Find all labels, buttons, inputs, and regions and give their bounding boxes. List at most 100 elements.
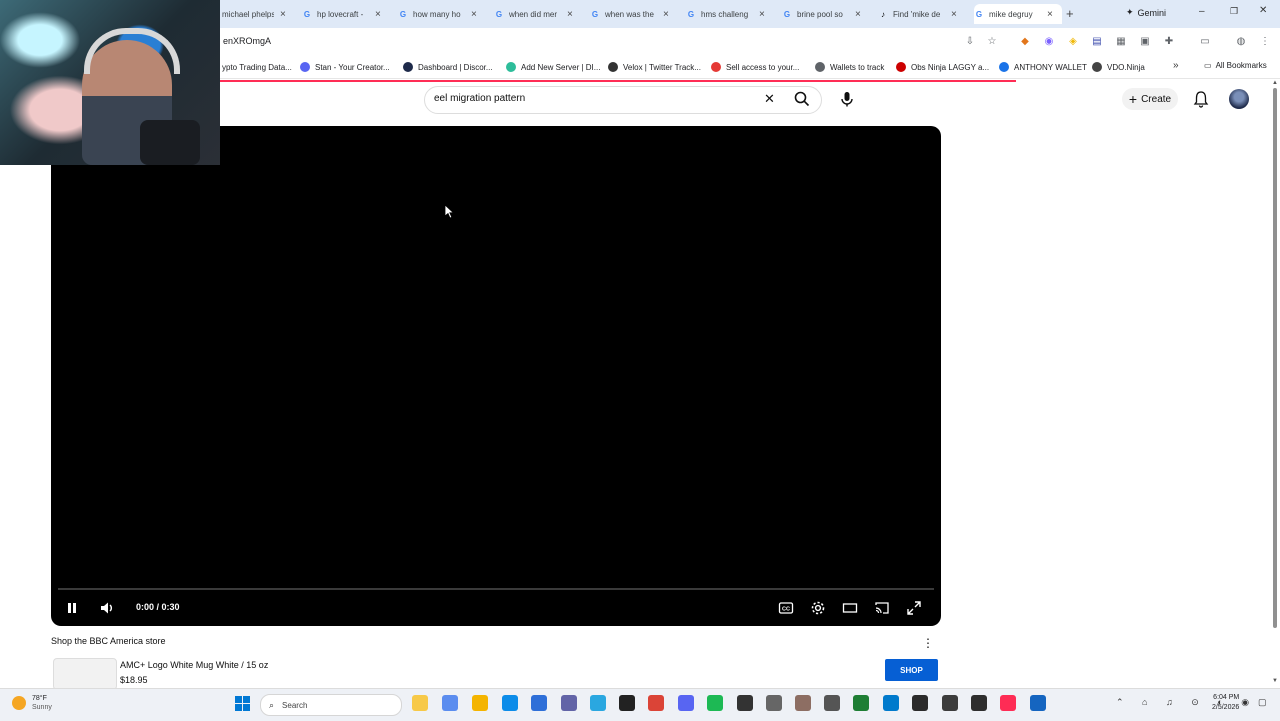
bookmark-item[interactable]: Stan - Your Creator...: [300, 61, 390, 73]
minimize-button[interactable]: –: [1199, 6, 1205, 17]
avatar[interactable]: [1229, 89, 1249, 109]
binance-extension-icon[interactable]: ◈: [1066, 34, 1080, 48]
taskbar-search[interactable]: ⌕ Search: [260, 694, 402, 716]
page-scrollbar[interactable]: ▲ ▼: [1272, 80, 1278, 687]
store-icon[interactable]: [531, 695, 547, 711]
discord-icon[interactable]: [678, 695, 694, 711]
bookmark-item[interactable]: Velox | Twitter Track...: [608, 61, 701, 73]
theater-mode-button[interactable]: [842, 600, 858, 616]
chrome-icon[interactable]: [648, 695, 664, 711]
notification-center-icon[interactable]: ▢: [1258, 697, 1267, 708]
pause-button[interactable]: [64, 600, 80, 616]
close-tab-icon[interactable]: ×: [1047, 9, 1053, 20]
notifications-button[interactable]: [1192, 90, 1210, 108]
app-icon[interactable]: [912, 695, 928, 711]
voice-search-button[interactable]: [838, 90, 856, 108]
weather-widget[interactable]: 78°F Sunny: [12, 694, 52, 712]
epic-games-icon[interactable]: [619, 695, 635, 711]
bookmark-item[interactable]: Wallets to track: [815, 61, 884, 73]
browser-tab[interactable]: Ghow many ho ×: [398, 4, 486, 24]
close-window-button[interactable]: ✕: [1259, 5, 1267, 16]
side-panel-icon[interactable]: ▭: [1198, 34, 1212, 48]
vscode-icon[interactable]: [883, 695, 899, 711]
calculator-icon[interactable]: [1030, 695, 1046, 711]
bookmark-item[interactable]: Add New Server | DI...: [506, 61, 600, 73]
captions-button[interactable]: CC: [778, 600, 794, 616]
browser-tab[interactable]: Gbrine pool so ×: [782, 4, 870, 24]
search-query-text[interactable]: eel migration pattern: [434, 93, 525, 104]
cast-button[interactable]: [874, 600, 890, 616]
restore-button[interactable]: ❐: [1230, 6, 1238, 17]
extension-icon[interactable]: ▦: [1114, 34, 1128, 48]
edge-icon[interactable]: [502, 695, 518, 711]
close-tab-icon[interactable]: ×: [855, 9, 861, 20]
app-icon[interactable]: [971, 695, 987, 711]
metamask-extension-icon[interactable]: ◆: [1018, 34, 1032, 48]
browser-tab[interactable]: Gwhen was the ×: [590, 4, 678, 24]
address-bar-url[interactable]: enXROmgA: [223, 36, 271, 46]
scrollbar-thumb[interactable]: [1273, 88, 1277, 628]
extensions-puzzle-icon[interactable]: ✚: [1162, 34, 1176, 48]
more-bookmarks-button[interactable]: »: [1173, 60, 1179, 71]
video-player[interactable]: [51, 126, 941, 626]
copilot-icon[interactable]: [442, 695, 458, 711]
bookmark-item[interactable]: ANTHONY WALLET: [999, 61, 1087, 73]
scroll-down-arrow[interactable]: ▼: [1272, 678, 1278, 684]
gemini-button[interactable]: ✦ Gemini: [1126, 7, 1166, 18]
close-tab-icon[interactable]: ×: [951, 9, 957, 20]
close-tab-icon[interactable]: ×: [567, 9, 573, 20]
bookmark-item[interactable]: ypto Trading Data...: [222, 61, 292, 73]
close-tab-icon[interactable]: ×: [759, 9, 765, 20]
browser-tab[interactable]: Ghms challeng ×: [686, 4, 774, 24]
extension-icon[interactable]: ▤: [1090, 34, 1104, 48]
teams-icon[interactable]: [561, 695, 577, 711]
extension-icon[interactable]: ◉: [1042, 34, 1056, 48]
all-bookmarks-button[interactable]: ▭ All Bookmarks: [1204, 61, 1267, 70]
fullscreen-button[interactable]: [906, 600, 922, 616]
obs-icon[interactable]: [737, 695, 753, 711]
app-icon[interactable]: [590, 695, 606, 711]
browser-tab[interactable]: ♪ Find 'mike de ×: [878, 4, 966, 24]
tiktok-icon[interactable]: [1000, 695, 1016, 711]
new-tab-button[interactable]: +: [1066, 6, 1074, 21]
extension-icon[interactable]: ▣: [1138, 34, 1152, 48]
bookmark-item[interactable]: Obs Ninja LAGGY a...: [896, 61, 989, 73]
close-tab-icon[interactable]: ×: [280, 9, 286, 20]
browser-menu-icon[interactable]: ⋮: [1258, 34, 1272, 48]
start-button[interactable]: [235, 696, 250, 711]
profile-icon[interactable]: ◍: [1234, 34, 1248, 48]
folder-icon[interactable]: [472, 695, 488, 711]
terminal-icon[interactable]: [853, 695, 869, 711]
bookmark-item[interactable]: VDO.Ninja: [1092, 61, 1145, 73]
scroll-up-arrow[interactable]: ▲: [1272, 80, 1278, 86]
browser-tab[interactable]: Gwhen did mer ×: [494, 4, 582, 24]
app-icon[interactable]: [942, 695, 958, 711]
file-explorer-icon[interactable]: [412, 695, 428, 711]
bookmark-item[interactable]: Dashboard | Discor...: [403, 61, 493, 73]
shop-button[interactable]: SHOP: [885, 659, 938, 681]
bookmark-star-icon[interactable]: ☆: [985, 34, 999, 48]
clear-search-icon[interactable]: ✕: [764, 91, 775, 107]
system-clock[interactable]: 6:04 PM 2/5/2026: [1212, 693, 1239, 713]
install-app-icon[interactable]: ⇩: [963, 34, 977, 48]
browser-tab[interactable]: Gmichael phelps×: [222, 4, 292, 24]
spotify-icon[interactable]: [707, 695, 723, 711]
shop-more-options-button[interactable]: ⋮: [922, 636, 934, 650]
volume-button[interactable]: [99, 600, 115, 616]
app-icon[interactable]: [795, 695, 811, 711]
create-button[interactable]: + Create: [1122, 88, 1178, 110]
bookmark-item[interactable]: Sell access to your...: [711, 61, 799, 73]
close-tab-icon[interactable]: ×: [375, 9, 381, 20]
settings-button[interactable]: [810, 600, 826, 616]
captions-icon: CC: [778, 602, 794, 614]
close-tab-icon[interactable]: ×: [471, 9, 477, 20]
browser-tab[interactable]: Ghp lovecraft - ×: [302, 4, 390, 24]
product-name[interactable]: AMC+ Logo White Mug White / 15 oz: [120, 660, 268, 670]
search-button[interactable]: [793, 90, 811, 108]
settings-icon[interactable]: [766, 695, 782, 711]
clock-icon[interactable]: [824, 695, 840, 711]
progress-bar[interactable]: [58, 588, 934, 590]
product-thumbnail[interactable]: [53, 658, 117, 690]
close-tab-icon[interactable]: ×: [663, 9, 669, 20]
browser-tab[interactable]: Gmike degruy ×: [974, 4, 1062, 24]
